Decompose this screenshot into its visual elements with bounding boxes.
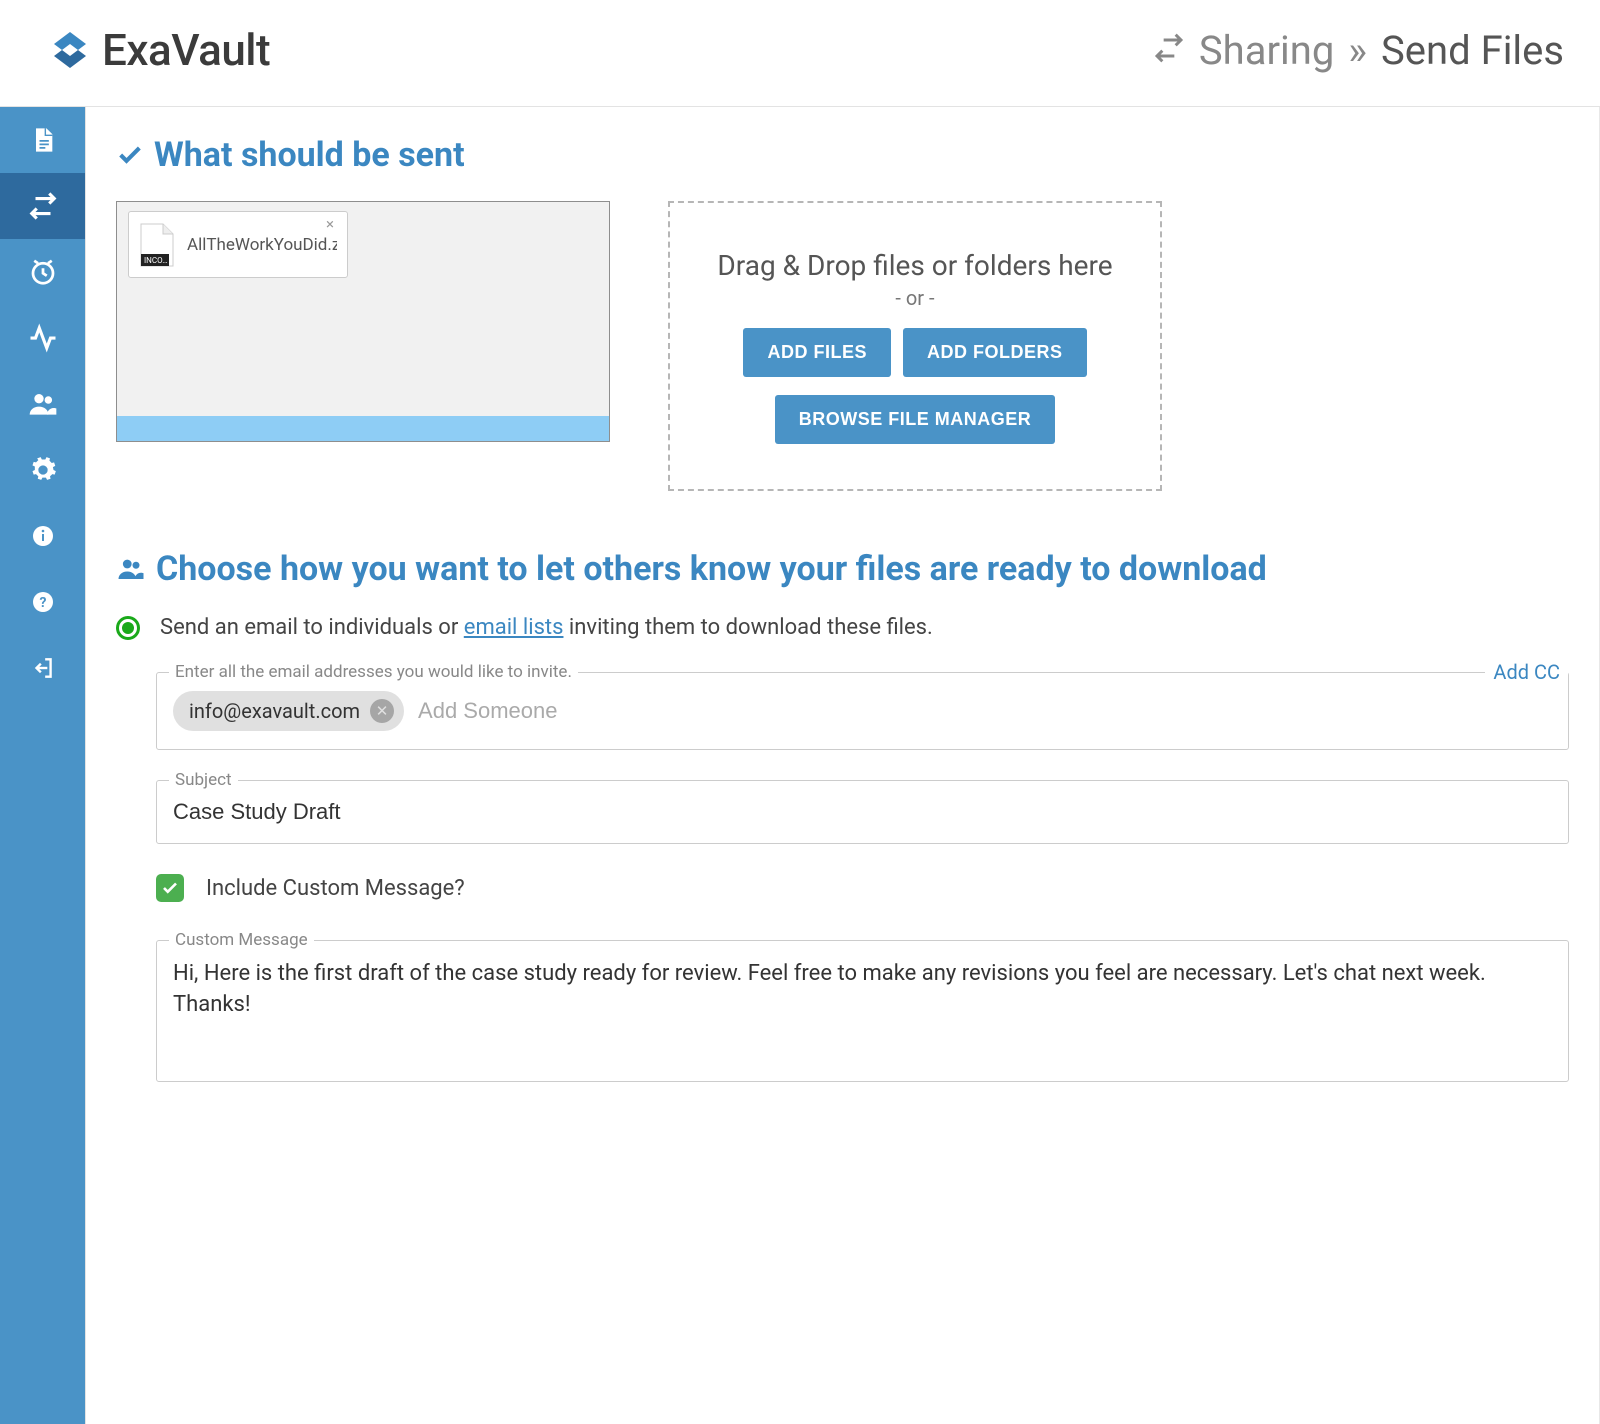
emails-legend: Enter all the email addresses you would …: [169, 662, 578, 682]
sidebar-item-activity[interactable]: [0, 305, 85, 371]
section-what-to-send: What should be sent: [116, 135, 1569, 175]
topbar: ExaVault Sharing » Send Files: [0, 0, 1600, 107]
sidebar-item-settings[interactable]: [0, 437, 85, 503]
sidebar-item-files[interactable]: [0, 107, 85, 173]
email-lists-link[interactable]: email lists: [464, 615, 564, 640]
main-content: What should be sent × INCO… AllTheWorkYo…: [85, 107, 1600, 1424]
check-icon: [116, 141, 144, 169]
users-icon: [116, 554, 146, 584]
brand-logo: ExaVault: [50, 24, 270, 76]
close-icon[interactable]: ×: [326, 217, 341, 232]
share-arrows-icon: [28, 191, 58, 221]
custom-message-field[interactable]: Custom Message: [156, 940, 1569, 1082]
upload-preview: × INCO… AllTheWorkYouDid.zip.in: [116, 201, 610, 442]
users-icon: [27, 388, 59, 420]
activity-icon: [28, 323, 58, 353]
add-someone-input[interactable]: [418, 698, 1552, 724]
sidebar-item-help[interactable]: ?: [0, 569, 85, 635]
emails-field[interactable]: Enter all the email addresses you would …: [156, 672, 1569, 750]
file-type-icon: INCO…: [139, 222, 175, 268]
custom-message-textarea[interactable]: [173, 959, 1552, 1059]
section-notify: Choose how you want to let others know y…: [116, 549, 1569, 589]
sidebar: ?: [0, 107, 85, 1424]
include-custom-message-checkbox[interactable]: Include Custom Message?: [156, 874, 1569, 902]
browse-file-manager-button[interactable]: BROWSE FILE MANAGER: [775, 395, 1056, 444]
file-icon: [29, 126, 57, 154]
checkbox-label: Include Custom Message?: [206, 876, 465, 901]
share-icon: [1153, 27, 1185, 74]
checkbox-checked-icon[interactable]: [156, 874, 184, 902]
file-name: AllTheWorkYouDid.zip.in: [187, 235, 337, 255]
section-title: Choose how you want to let others know y…: [156, 549, 1267, 589]
subject-legend: Subject: [169, 770, 238, 790]
radio-send-email[interactable]: Send an email to individuals or email li…: [116, 615, 1569, 640]
clock-icon: [28, 257, 58, 287]
section-title: What should be sent: [154, 135, 465, 175]
add-folders-button[interactable]: ADD FOLDERS: [903, 328, 1087, 377]
dropzone[interactable]: Drag & Drop files or folders here - or -…: [668, 201, 1162, 491]
svg-text:?: ?: [39, 595, 46, 611]
chip-email: info@exavault.com: [189, 699, 360, 723]
breadcrumb-sep: »: [1348, 27, 1367, 74]
sidebar-item-share[interactable]: [0, 173, 85, 239]
add-cc-link[interactable]: Add CC: [1485, 660, 1568, 684]
logo-icon: [50, 30, 90, 70]
subject-input[interactable]: [173, 799, 1552, 825]
sidebar-item-logout[interactable]: [0, 635, 85, 701]
dropzone-or: - or -: [895, 286, 934, 310]
dropzone-title: Drag & Drop files or folders here: [717, 249, 1112, 282]
subject-field[interactable]: Subject: [156, 780, 1569, 844]
gear-icon: [29, 456, 57, 484]
help-icon: ?: [31, 590, 55, 614]
add-files-button[interactable]: ADD FILES: [743, 328, 891, 377]
sidebar-item-clock[interactable]: [0, 239, 85, 305]
breadcrumb-page: Send Files: [1381, 27, 1564, 74]
sidebar-item-users[interactable]: [0, 371, 85, 437]
logout-icon: [30, 655, 56, 681]
email-chip: info@exavault.com ✕: [173, 691, 404, 731]
custom-message-legend: Custom Message: [169, 930, 314, 950]
svg-text:INCO…: INCO…: [144, 256, 168, 265]
radio-label: Send an email to individuals or email li…: [160, 615, 933, 640]
remove-chip-icon[interactable]: ✕: [370, 699, 394, 723]
breadcrumb-section[interactable]: Sharing: [1199, 27, 1334, 74]
sidebar-item-info[interactable]: [0, 503, 85, 569]
breadcrumb: Sharing » Send Files: [1153, 27, 1564, 74]
upload-progress: [117, 416, 609, 441]
file-chip[interactable]: × INCO… AllTheWorkYouDid.zip.in: [128, 211, 348, 278]
info-icon: [31, 524, 55, 548]
brand-name: ExaVault: [102, 24, 270, 76]
radio-button[interactable]: [116, 616, 140, 640]
